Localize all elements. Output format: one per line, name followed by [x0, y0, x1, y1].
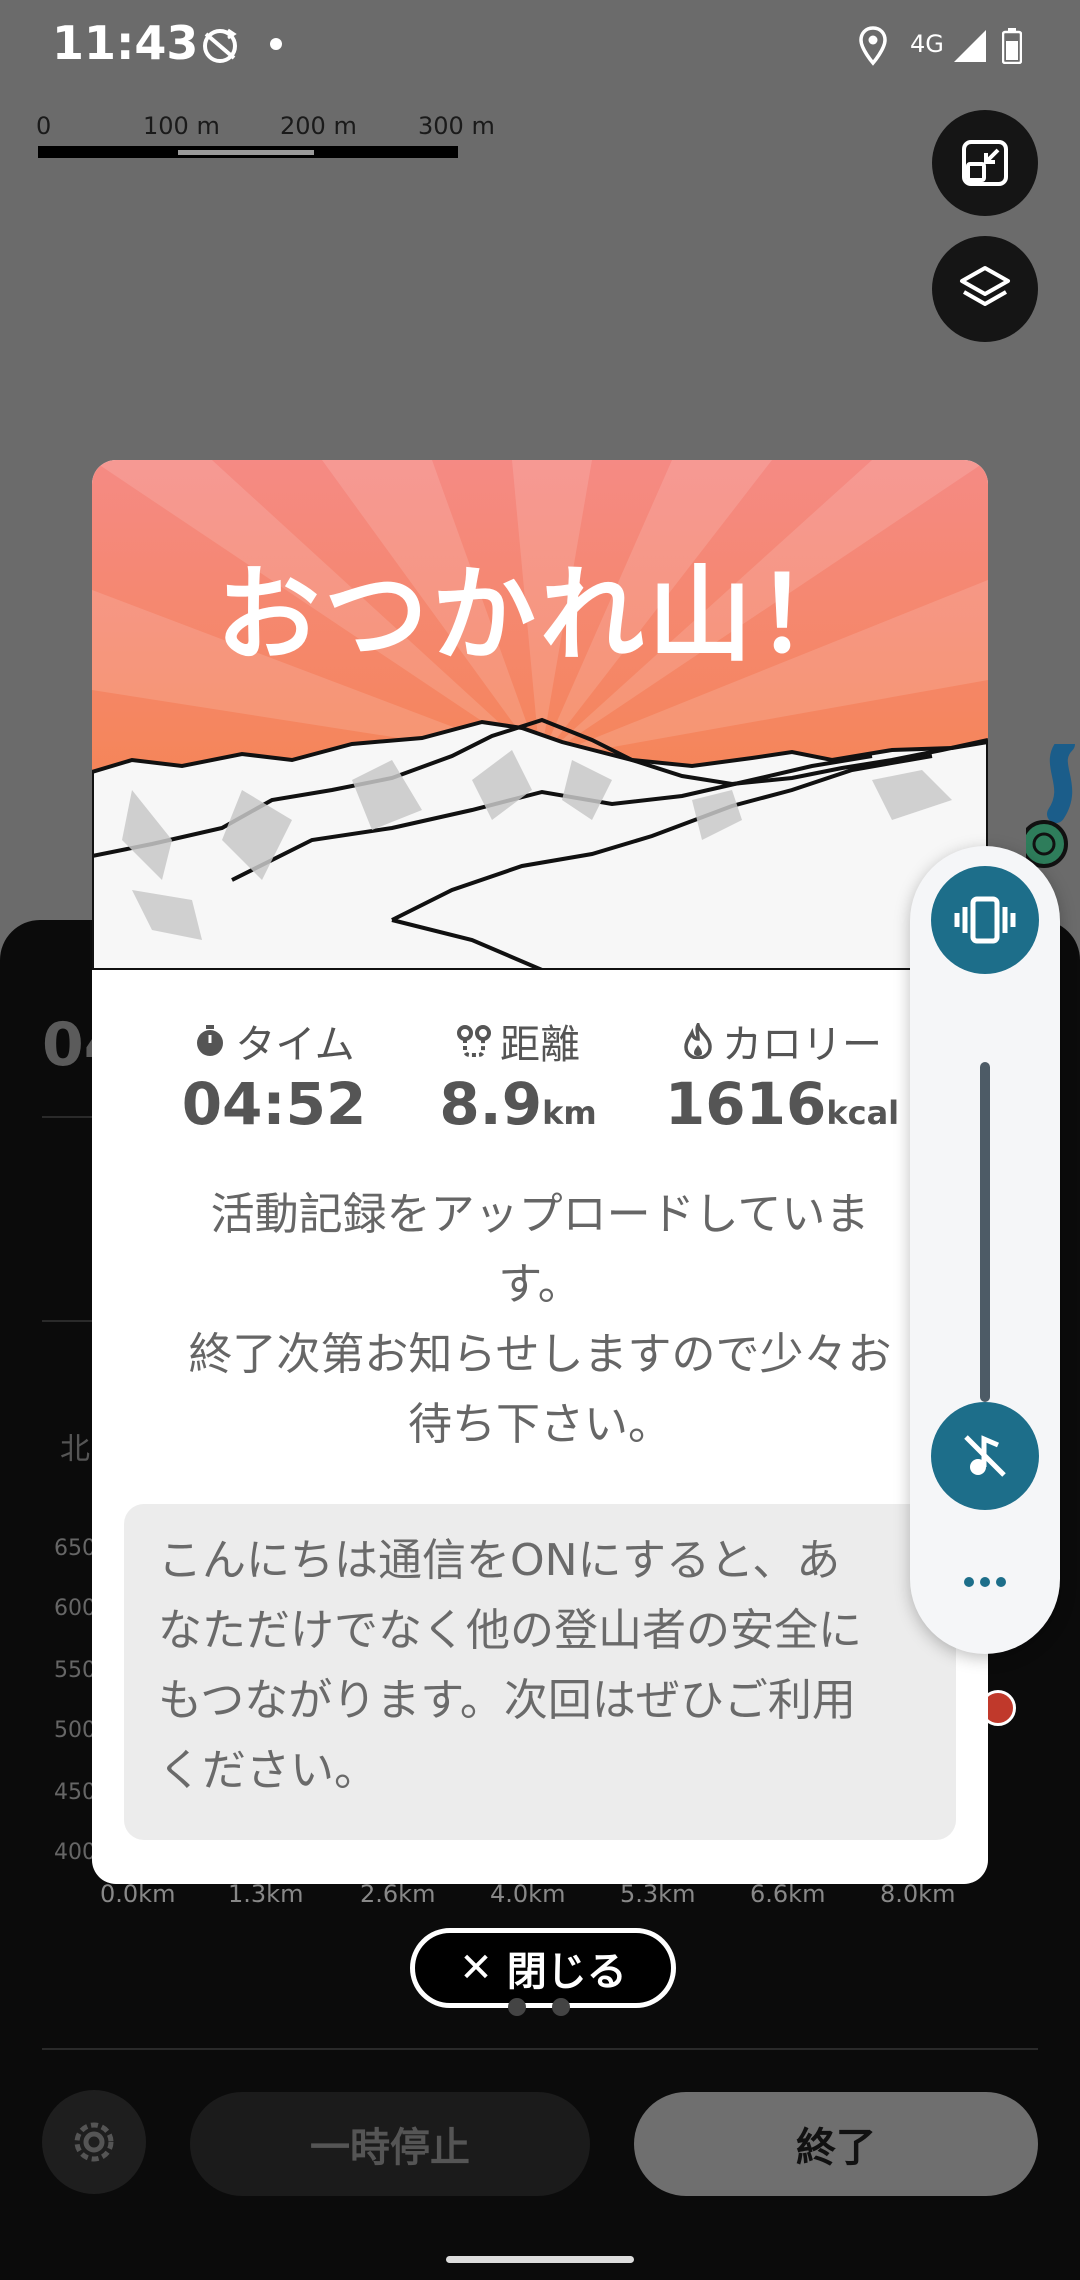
y-axis-label: 500 [54, 1718, 96, 1743]
x-axis-label: 0.0km [100, 1880, 176, 1908]
notification-dot [270, 38, 282, 50]
battery-icon [1002, 28, 1022, 64]
vibrate-button[interactable] [931, 866, 1039, 974]
timer-icon [197, 1025, 224, 1056]
close-label: 閉じる [506, 1949, 627, 1995]
music-off-icon [964, 1435, 1006, 1477]
north-label: 北 [60, 1432, 90, 1467]
info-line: もつながります。次回はぜひご利用 [158, 1675, 856, 1726]
end-button[interactable]: 終了 [634, 2092, 1038, 2196]
more-options-button[interactable] [931, 1552, 1039, 1612]
stat-distance: 距離 8.9km [388, 1012, 648, 1138]
upload-message-line: 活動記録をアップロードしていま [210, 1189, 870, 1240]
modal-title: おつかれ山！ [215, 554, 864, 676]
x-axis-label: 1.3km [228, 1880, 304, 1908]
stat-time: タイム 04:52 [144, 1012, 404, 1138]
upload-message-line: す。 [498, 1259, 582, 1310]
info-line: こんにちは通信をONにすると、あ [158, 1535, 841, 1586]
layers-icon [960, 266, 1010, 306]
info-line: なただけでなく他の登山者の安全に [158, 1605, 862, 1656]
y-axis-label: 400 [54, 1840, 96, 1865]
scale-label: 200 m [280, 112, 357, 140]
divider [42, 2048, 1038, 2050]
stat-label: タイム [235, 1022, 355, 1068]
scale-label: 100 m [143, 112, 220, 140]
sync-icon [203, 28, 237, 63]
stat-calories: カロリー 1616kcal [632, 1012, 932, 1138]
x-axis-label: 5.3km [620, 1880, 696, 1908]
stat-value: 8.9 [439, 1070, 543, 1138]
calorie-icon [684, 1023, 712, 1059]
distance-icon [457, 1025, 491, 1057]
stat-label: 距離 [500, 1022, 580, 1068]
stat-unit: kcal [826, 1094, 900, 1132]
close-icon: ✕ [459, 1945, 493, 1991]
info-box: こんにちは通信をONにすると、あ なただけでなく他の登山者の安全に もつながりま… [124, 1504, 956, 1840]
stat-unit: km [542, 1094, 597, 1132]
network-type-label: 4G [910, 30, 944, 58]
home-indicator[interactable] [446, 2256, 634, 2263]
map-expand-button[interactable] [932, 110, 1038, 216]
y-axis-label: 600 [54, 1596, 96, 1621]
stat-value: 1616 [664, 1070, 827, 1138]
info-text: こんにちは通信をONにすると、あ なただけでなく他の登山者の安全に もつながりま… [158, 1526, 948, 1806]
status-time: 11:43 [52, 16, 199, 70]
completion-modal: おつかれ山！ タイム 04:52 距離 8.9km カロリー 1616kcal … [92, 460, 988, 1884]
y-axis-label: 650 [54, 1536, 96, 1561]
volume-slider[interactable] [980, 1062, 990, 1402]
gear-icon [74, 2122, 114, 2162]
map-layers-button[interactable] [932, 236, 1038, 342]
scale-label: 0 [36, 112, 52, 140]
more-icon [964, 1577, 1006, 1587]
settings-button[interactable] [42, 2090, 146, 2194]
media-mute-button[interactable] [931, 1402, 1039, 1510]
expand-icon [962, 140, 1008, 186]
y-axis-label: 450 [54, 1780, 96, 1805]
scale-label: 300 m [418, 112, 495, 140]
signal-icon [954, 30, 986, 62]
upload-message-line: 終了次第お知らせしますので少々お [188, 1329, 892, 1380]
pause-button[interactable]: 一時停止 [190, 2092, 590, 2196]
upload-message: 活動記録をアップロードしていま す。 終了次第お知らせしますので少々お 待ち下さ… [132, 1180, 948, 1460]
x-axis-label: 2.6km [360, 1880, 436, 1908]
x-axis-label: 4.0km [490, 1880, 566, 1908]
x-axis-label: 6.6km [750, 1880, 826, 1908]
track-marker-icon [1026, 744, 1075, 868]
stat-value: 04:52 [181, 1070, 367, 1138]
page-indicator-dot [508, 1998, 526, 2016]
map-scale-bar [38, 146, 458, 158]
info-line: ください。 [158, 1745, 378, 1796]
page-indicator-dot [552, 1998, 570, 2016]
vibrate-icon [954, 896, 1016, 944]
y-axis-label: 550 [54, 1658, 96, 1683]
x-axis-label: 8.0km [880, 1880, 956, 1908]
location-icon [859, 26, 887, 66]
close-button[interactable]: ✕ 閉じる [410, 1928, 676, 2008]
stat-label: カロリー [722, 1022, 882, 1068]
upload-message-line: 待ち下さい。 [408, 1399, 672, 1450]
volume-panel [910, 846, 1060, 1654]
